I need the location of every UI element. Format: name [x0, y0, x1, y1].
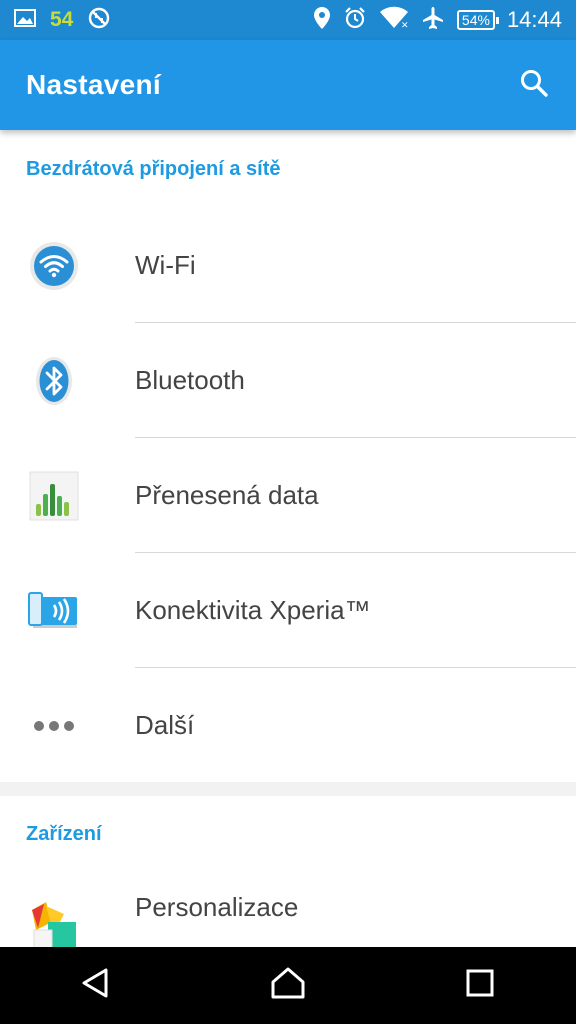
data-usage-icon	[28, 470, 80, 522]
more-icon	[28, 700, 80, 752]
no-sync-icon	[87, 6, 111, 35]
wifi-icon: ✕	[379, 6, 409, 35]
settings-item-label: Bluetooth	[135, 365, 245, 395]
search-icon	[519, 68, 549, 103]
back-icon	[79, 966, 113, 1005]
battery-icon: 54%	[456, 10, 499, 30]
home-icon	[270, 966, 306, 1005]
search-button[interactable]	[518, 69, 550, 101]
clock: 14:44	[506, 7, 562, 32]
navigation-bar	[0, 947, 576, 1024]
personalization-icon	[28, 900, 80, 952]
home-button[interactable]	[258, 956, 318, 1016]
bluetooth-icon	[28, 355, 80, 407]
section-header-wireless: Bezdrátová připojení a sítě	[26, 157, 281, 180]
notification-count: 54	[50, 8, 74, 31]
airplane-icon	[421, 6, 445, 35]
settings-item-label: Další	[135, 710, 195, 740]
status-bar: 54 ✕ 54% 14:44	[0, 0, 576, 40]
recent-apps-button[interactable]	[450, 956, 510, 1016]
settings-item-wifi[interactable]: Wi-Fi	[0, 208, 576, 323]
back-button[interactable]	[66, 956, 126, 1016]
settings-item-data-usage[interactable]: Přenesená data	[0, 438, 576, 553]
settings-item-label: Personalizace	[135, 892, 299, 922]
device-section: Zařízení Personalizace	[0, 796, 576, 949]
settings-item-label: Konektivita Xperia™	[135, 595, 371, 625]
image-icon	[14, 8, 36, 33]
settings-item-xperia-connectivity[interactable]: Konektivita Xperia™	[0, 553, 576, 668]
alarm-icon	[343, 6, 367, 35]
app-bar: Nastavení	[0, 40, 576, 130]
settings-item-label: Přenesená data	[135, 480, 319, 510]
location-icon	[313, 6, 331, 35]
page-title: Nastavení	[26, 69, 161, 100]
settings-item-label: Wi-Fi	[135, 250, 196, 280]
recent-apps-icon	[465, 968, 495, 1003]
settings-item-more[interactable]: Další	[0, 668, 576, 783]
wireless-networks-section: Bezdrátová připojení a sítě Wi-Fi Blueto…	[0, 130, 576, 782]
settings-item-bluetooth[interactable]: Bluetooth	[0, 323, 576, 438]
xperia-connectivity-icon	[28, 585, 80, 637]
section-header-device: Zařízení	[26, 822, 102, 845]
battery-level: 54%	[461, 12, 490, 28]
svg-text:✕: ✕	[401, 21, 409, 30]
wifi-icon	[28, 240, 80, 292]
